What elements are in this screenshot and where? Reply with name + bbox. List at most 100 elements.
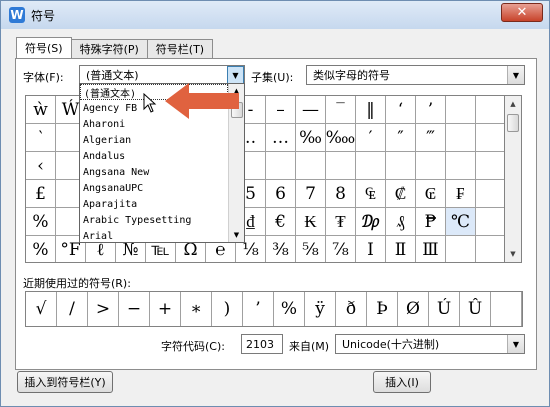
font-option[interactable]: Algerian <box>80 132 228 148</box>
recent-symbol-cell[interactable]: Þ <box>367 292 398 326</box>
symbol-cell[interactable]: ₠ <box>356 180 386 208</box>
symbol-cell[interactable]: ₭ <box>296 208 326 236</box>
tab-symbol-bar[interactable]: 符号栏(T) <box>146 39 214 58</box>
symbol-cell[interactable]: Ⅲ <box>416 236 446 262</box>
tab-special-chars[interactable]: 特殊字符(P) <box>70 39 148 58</box>
insert-button[interactable]: 插入(I) <box>373 371 431 393</box>
symbol-cell[interactable]: ’ <box>416 96 446 124</box>
recent-symbol-cell[interactable]: % <box>274 292 305 326</box>
recent-symbol-cell[interactable]: − <box>119 292 150 326</box>
symbol-grid-scrollbar[interactable]: ▲ ▼ <box>505 95 522 263</box>
scroll-down-icon[interactable]: ▼ <box>505 246 521 262</box>
symbol-cell[interactable]: ₢ <box>416 180 446 208</box>
char-code-input[interactable]: 2103 <box>241 334 283 354</box>
symbol-cell[interactable]: ⅝ <box>296 236 326 262</box>
symbol-cell[interactable] <box>386 152 416 180</box>
symbol-cell[interactable] <box>476 236 504 262</box>
symbol-cell[interactable] <box>356 152 386 180</box>
symbol-cell[interactable]: — <box>296 96 326 124</box>
symbol-cell[interactable] <box>476 96 504 124</box>
symbol-cell[interactable]: ₣ <box>446 180 476 208</box>
symbol-cell[interactable]: ‴ <box>416 124 446 152</box>
from-select-value: Unicode(十六进制) <box>342 338 440 351</box>
chevron-down-icon[interactable]: ▼ <box>507 335 524 353</box>
tab-bar: 符号(S) 特殊字符(P) 符号栏(T) <box>16 37 214 58</box>
symbol-cell[interactable]: ′ <box>356 124 386 152</box>
recent-symbol-cell[interactable]: √ <box>26 292 57 326</box>
symbol-cell[interactable]: 7 <box>296 180 326 208</box>
recent-symbol-cell[interactable] <box>491 292 522 326</box>
symbol-cell[interactable]: ‖ <box>356 96 386 124</box>
font-select-value: (普通文本) <box>86 69 139 82</box>
symbol-cell[interactable]: ₰ <box>386 208 416 236</box>
symbol-cell[interactable]: ″ <box>386 124 416 152</box>
scroll-up-icon[interactable]: ▲ <box>505 96 521 112</box>
symbol-cell[interactable] <box>476 152 504 180</box>
font-option[interactable]: Arabic Typesetting <box>80 212 228 228</box>
symbol-cell[interactable]: ‵ <box>26 124 56 152</box>
recent-symbol-cell[interactable]: ð <box>336 292 367 326</box>
symbol-cell[interactable] <box>476 180 504 208</box>
symbol-cell[interactable]: ₱ <box>416 208 446 236</box>
symbol-cell[interactable]: ℃ <box>446 208 476 236</box>
recent-symbol-cell[interactable]: ’ <box>243 292 274 326</box>
symbol-cell[interactable]: ₯ <box>356 208 386 236</box>
font-option[interactable]: Andalus <box>80 148 228 164</box>
symbol-cell[interactable]: ‘ <box>386 96 416 124</box>
pointer-arrow-icon <box>165 83 239 119</box>
symbol-cell[interactable] <box>446 124 476 152</box>
recent-symbol-cell[interactable]: Û <box>460 292 491 326</box>
symbol-cell[interactable] <box>446 152 476 180</box>
tab-symbols[interactable]: 符号(S) <box>16 37 72 58</box>
close-button[interactable]: ✕ <box>501 3 543 22</box>
recent-symbol-cell[interactable]: ) <box>212 292 243 326</box>
symbol-cell[interactable]: Ⅰ <box>356 236 386 262</box>
symbol-cell[interactable]: ⅜ <box>266 236 296 262</box>
symbol-cell[interactable]: £ <box>26 180 56 208</box>
symbol-cell[interactable]: ₮ <box>326 208 356 236</box>
symbol-cell[interactable]: ‱ <box>326 124 356 152</box>
symbol-cell[interactable]: ‰ <box>296 124 326 152</box>
font-option[interactable]: Aparajita <box>80 196 228 212</box>
symbol-cell[interactable]: % <box>26 236 56 262</box>
font-option[interactable]: Arial <box>80 228 228 244</box>
symbol-cell[interactable]: 8 <box>326 180 356 208</box>
symbol-cell[interactable]: ‾ <box>326 96 356 124</box>
symbol-cell[interactable] <box>446 96 476 124</box>
symbol-cell[interactable]: Ⅱ <box>386 236 416 262</box>
insert-to-bar-button[interactable]: 插入到符号栏(Y) <box>17 371 113 393</box>
recent-symbol-cell[interactable]: ∗ <box>181 292 212 326</box>
subset-select[interactable]: 类似字母的符号 ▼ <box>306 65 525 85</box>
recent-symbol-cell[interactable]: > <box>88 292 119 326</box>
symbol-cell[interactable]: % <box>26 208 56 236</box>
scroll-down-icon[interactable]: ▼ <box>229 228 244 242</box>
symbol-cell[interactable] <box>446 236 476 262</box>
symbol-cell[interactable] <box>326 152 356 180</box>
font-option[interactable]: Angsana New <box>80 164 228 180</box>
symbol-cell[interactable]: 6 <box>266 180 296 208</box>
symbol-cell[interactable] <box>476 208 504 236</box>
title-bar: W 符号 ✕ <box>1 1 549 29</box>
symbol-cell[interactable]: ₡ <box>386 180 416 208</box>
scroll-thumb[interactable] <box>507 114 519 132</box>
from-label: 来自(M) <box>289 340 330 353</box>
symbol-cell[interactable] <box>476 124 504 152</box>
recent-symbol-cell[interactable]: Ú <box>429 292 460 326</box>
symbol-cell[interactable]: … <box>266 124 296 152</box>
recent-symbol-cell[interactable]: + <box>150 292 181 326</box>
from-select[interactable]: Unicode(十六进制) ▼ <box>335 334 525 354</box>
recent-symbol-cell[interactable]: Ø <box>398 292 429 326</box>
recent-symbol-cell[interactable]: ÿ <box>305 292 336 326</box>
chevron-down-icon[interactable]: ▼ <box>507 66 524 84</box>
recent-symbol-cell[interactable]: / <box>57 292 88 326</box>
symbol-cell[interactable] <box>416 152 446 180</box>
symbol-cell[interactable]: ⅞ <box>326 236 356 262</box>
symbol-cell[interactable] <box>266 152 296 180</box>
font-option[interactable]: AngsanaUPC <box>80 180 228 196</box>
symbol-cell[interactable]: ‹ <box>26 152 56 180</box>
symbol-cell[interactable]: ẁ <box>26 96 56 124</box>
recent-symbols: √ / > − + ∗)’% ÿ ð Þ Ø Ú Û <box>25 291 523 327</box>
symbol-cell[interactable] <box>296 152 326 180</box>
symbol-cell[interactable]: € <box>266 208 296 236</box>
symbol-cell[interactable]: – <box>266 96 296 124</box>
